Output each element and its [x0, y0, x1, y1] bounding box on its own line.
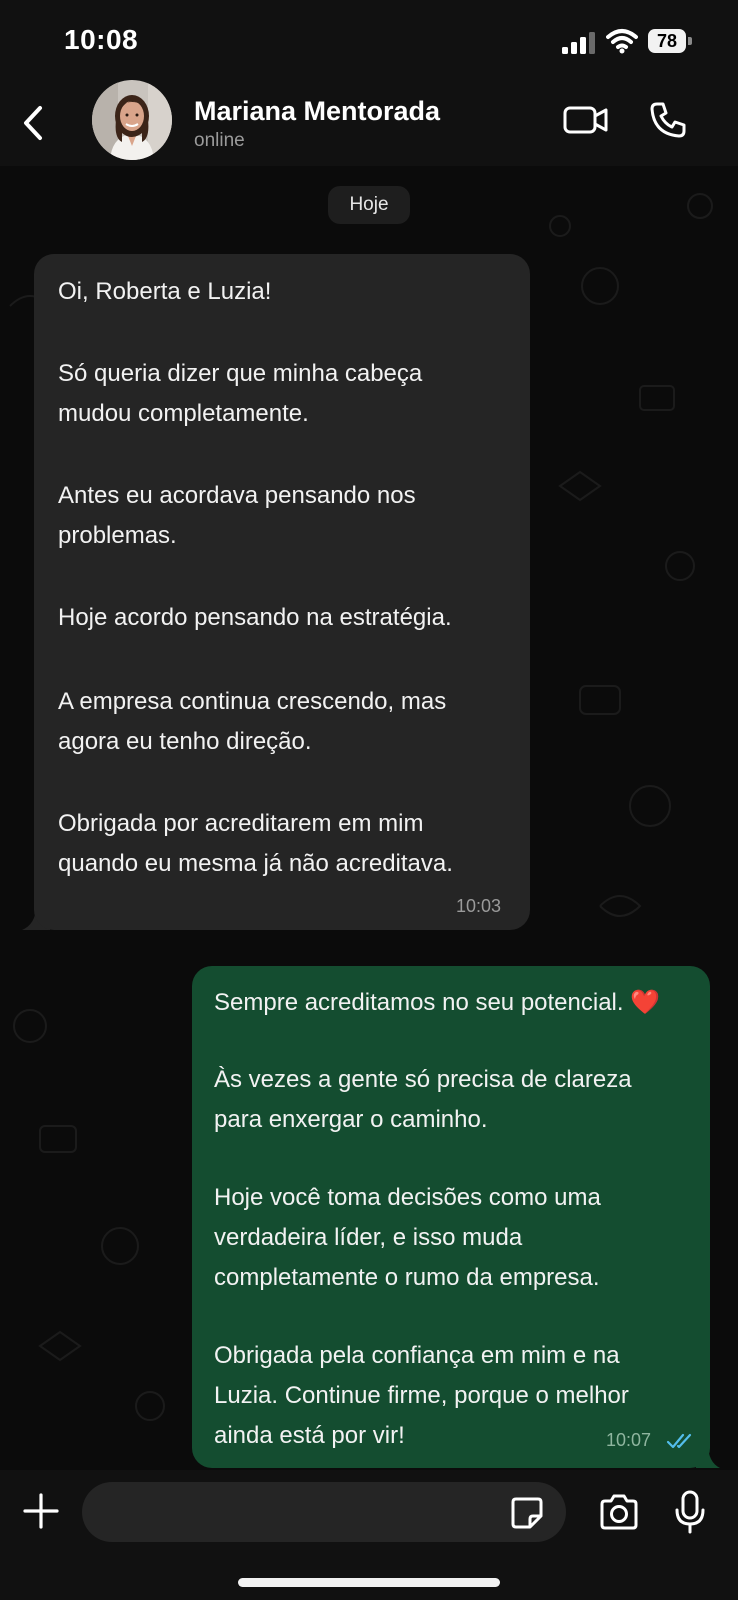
contact-name[interactable]: Mariana Mentorada — [194, 96, 440, 127]
microphone-icon[interactable] — [674, 1490, 706, 1534]
message-line: verdadeira líder, e isso muda — [214, 1224, 523, 1251]
sticker-icon[interactable] — [510, 1496, 544, 1530]
home-indicator[interactable] — [238, 1578, 500, 1587]
message-line: completamente o rumo da empresa. — [214, 1264, 600, 1291]
phone-icon[interactable] — [648, 100, 688, 140]
incoming-message-bubble[interactable]: Oi, Roberta e Luzia! Só queria dizer que… — [34, 254, 530, 930]
message-line: agora eu tenho direção. — [58, 728, 312, 755]
message-line: Às vezes a gente só precisa de clareza — [214, 1066, 632, 1093]
chat-area[interactable]: Hoje Oi, Roberta e Luzia! Só queria dize… — [0, 166, 738, 1470]
message-input[interactable] — [82, 1482, 566, 1542]
message-line: A empresa continua crescendo, mas — [58, 688, 447, 715]
plus-icon[interactable] — [22, 1492, 60, 1530]
message-line: problemas. — [58, 522, 177, 549]
message-line: ainda está por vir! — [214, 1422, 405, 1449]
date-separator: Hoje — [328, 186, 410, 224]
message-line: para enxergar o caminho. — [214, 1106, 488, 1133]
chat-header: Mariana Mentorada online — [0, 80, 738, 166]
message-line: Antes eu acordava pensando nos — [58, 482, 416, 509]
message-line: quando eu mesma já não acreditava. — [58, 850, 453, 877]
message-timestamp: 10:07 — [606, 1430, 652, 1450]
message-line: Obrigada por acreditarem em mim — [58, 810, 424, 837]
camera-icon[interactable] — [598, 1494, 640, 1530]
video-camera-icon[interactable] — [563, 102, 609, 138]
input-bar — [0, 1470, 738, 1600]
cellular-signal-icon — [562, 32, 595, 54]
message-line: Hoje você toma decisões como uma — [214, 1184, 601, 1211]
message-timestamp: 10:03 — [456, 896, 502, 916]
outgoing-message-bubble[interactable]: Sempre acreditamos no seu potencial. ❤️ … — [192, 966, 710, 1468]
message-line: Oi, Roberta e Luzia! — [58, 278, 272, 305]
message-line: mudou completamente. — [58, 400, 309, 427]
battery-percent: 78 — [648, 29, 686, 53]
message-line: Hoje acordo pensando na estratégia. — [58, 604, 452, 631]
chevron-left-icon[interactable] — [18, 102, 50, 144]
message-line: Luzia. Continue firme, porque o melhor — [214, 1382, 629, 1409]
double-check-read-icon — [666, 1433, 692, 1449]
message-line: Sempre acreditamos no seu potencial. ❤️ — [214, 989, 661, 1016]
contact-avatar[interactable] — [92, 80, 172, 160]
message-line: Obrigada pela confiança em mim e na — [214, 1342, 620, 1369]
status-time: 10:08 — [64, 24, 139, 55]
status-bar: 10:08 78 — [0, 0, 738, 80]
message-line: Só queria dizer que minha cabeça — [58, 360, 423, 387]
battery-tip — [688, 37, 692, 45]
wifi-icon — [606, 29, 638, 54]
battery-indicator: 78 — [648, 29, 692, 53]
contact-status: online — [194, 130, 245, 151]
